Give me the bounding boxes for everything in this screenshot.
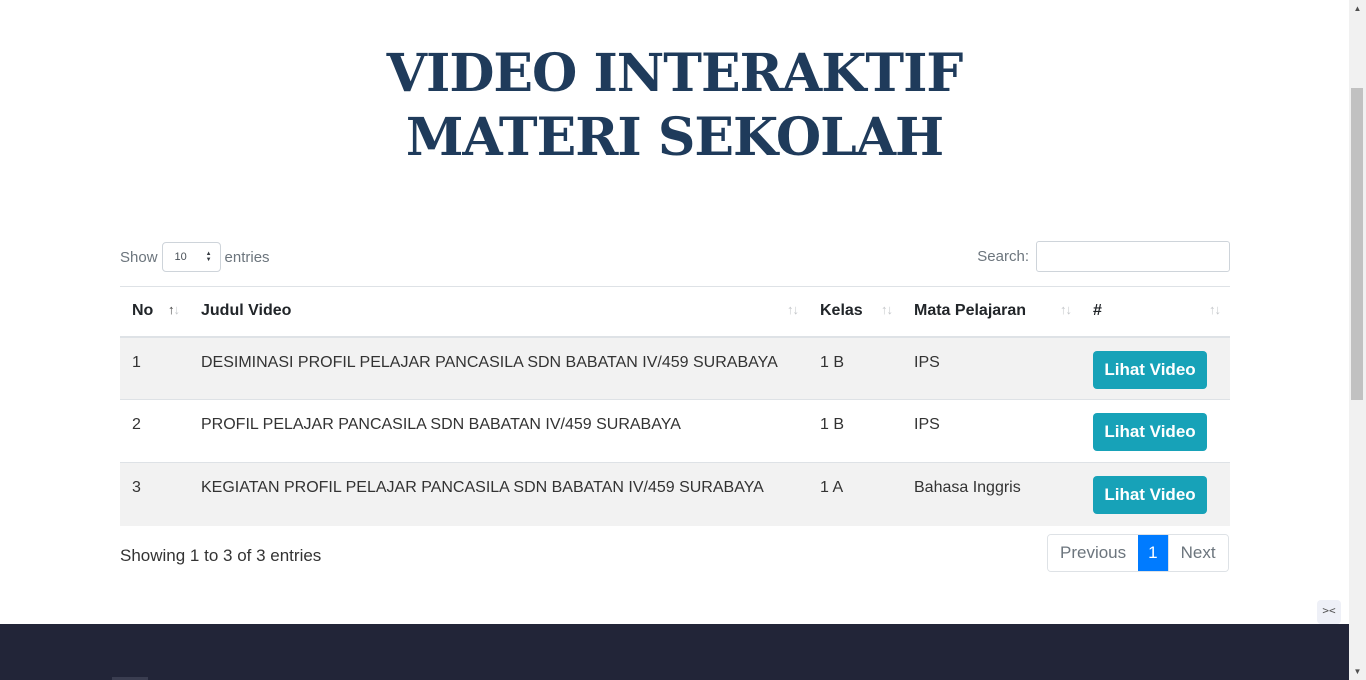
cell-mapel: IPS — [902, 399, 1081, 463]
next-page-button[interactable]: Next — [1167, 535, 1228, 571]
entries-select-value: 10 — [174, 251, 187, 263]
cell-action: Lihat Video — [1081, 336, 1230, 400]
column-header-action[interactable]: # ↑↓ — [1081, 286, 1230, 338]
table-row: 1 DESIMINASI PROFIL PELAJAR PANCASILA SD… — [120, 336, 1230, 400]
previous-page-button[interactable]: Previous — [1048, 535, 1139, 571]
search-input[interactable] — [1036, 241, 1230, 272]
cell-no: 2 — [120, 399, 189, 463]
sort-icon: ↑↓ — [881, 302, 893, 317]
cell-mapel: IPS — [902, 336, 1081, 400]
table-row: 2 PROFIL PELAJAR PANCASILA SDN BABATAN I… — [120, 399, 1230, 463]
scrollbar-thumb[interactable] — [1351, 88, 1363, 400]
cell-kelas: 1 B — [808, 399, 902, 463]
column-header-kelas[interactable]: Kelas ↑↓ — [808, 286, 902, 338]
lihat-video-button[interactable]: Lihat Video — [1093, 476, 1207, 514]
column-header-mapel[interactable]: Mata Pelajaran ↑↓ — [902, 286, 1081, 338]
cell-kelas: 1 A — [808, 462, 902, 526]
cell-judul: DESIMINASI PROFIL PELAJAR PANCASILA SDN … — [189, 336, 808, 400]
show-label: Show — [120, 248, 158, 266]
cell-kelas: 1 B — [808, 336, 902, 400]
cell-action: Lihat Video — [1081, 399, 1230, 463]
cell-no: 3 — [120, 462, 189, 526]
sort-asc-icon: ↑↓ — [168, 302, 180, 317]
entries-length-control: Show 10 ▲ ▼ entries — [120, 242, 270, 272]
cell-mapel: Bahasa Inggris — [902, 462, 1081, 526]
sort-icon: ↑↓ — [1060, 302, 1072, 317]
page: VIDEO INTERAKTIF MATERI SEKOLAH Show 10 … — [0, 0, 1349, 680]
code-toggle-icon[interactable]: >< — [1317, 600, 1341, 624]
lihat-video-button[interactable]: Lihat Video — [1093, 350, 1207, 389]
page-scrollbar[interactable]: ▲ ▼ — [1349, 0, 1366, 680]
entries-select[interactable]: 10 ▲ ▼ — [161, 242, 221, 272]
title-line-1: VIDEO INTERAKTIF — [386, 43, 964, 104]
page-title: VIDEO INTERAKTIF MATERI SEKOLAH — [0, 42, 1349, 170]
table-row: 3 KEGIATAN PROFIL PELAJAR PANCASILA SDN … — [120, 462, 1230, 526]
lihat-video-button[interactable]: Lihat Video — [1093, 413, 1207, 451]
column-header-judul[interactable]: Judul Video ↑↓ — [189, 286, 808, 338]
page-1-button[interactable]: 1 — [1138, 535, 1168, 571]
cell-judul: KEGIATAN PROFIL PELAJAR PANCASILA SDN BA… — [189, 462, 808, 526]
title-line-2: MATERI SEKOLAH — [405, 107, 944, 168]
column-header-no[interactable]: No ↑↓ — [120, 286, 189, 338]
sort-icon: ↑↓ — [1209, 302, 1221, 317]
pagination: Previous 1 Next — [1047, 534, 1229, 572]
scroll-down-arrow-icon[interactable]: ▼ — [1349, 663, 1366, 680]
sort-icon: ↑↓ — [787, 302, 799, 317]
cell-action: Lihat Video — [1081, 462, 1230, 526]
scroll-up-arrow-icon[interactable]: ▲ — [1349, 0, 1366, 17]
select-caret-icon: ▲ ▼ — [205, 251, 212, 263]
video-table: No ↑↓ Judul Video ↑↓ Kelas ↑↓ Mata Pelajara… — [120, 286, 1230, 526]
footer — [0, 624, 1349, 680]
cell-judul: PROFIL PELAJAR PANCASILA SDN BABATAN IV/… — [189, 399, 808, 463]
table-info: Showing 1 to 3 of 3 entries — [120, 546, 322, 565]
search-label: Search: — [977, 248, 1029, 265]
search-control: Search: — [977, 241, 1230, 272]
entries-label: entries — [224, 248, 270, 266]
cell-no: 1 — [120, 336, 189, 400]
table-header-row: No ↑↓ Judul Video ↑↓ Kelas ↑↓ Mata Pelajara… — [120, 286, 1230, 338]
